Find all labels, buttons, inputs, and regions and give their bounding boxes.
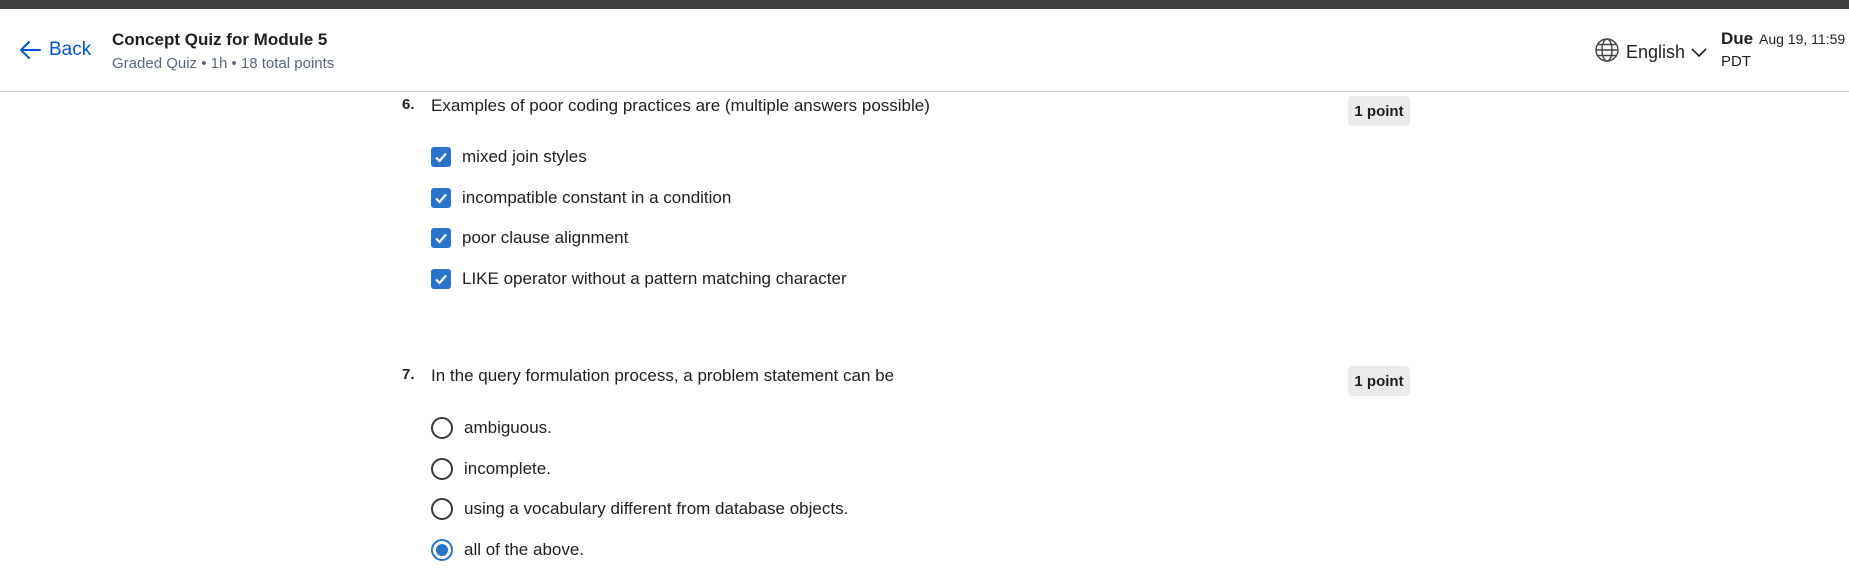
option-label: using a vocabulary different from databa…: [464, 499, 849, 518]
option-label: incompatible constant in a condition: [462, 188, 732, 207]
checkmark-icon: [435, 233, 447, 244]
option-label: incomplete.: [464, 459, 551, 478]
points-badge: 1 point: [1348, 366, 1410, 396]
option-label: all of the above.: [464, 540, 585, 559]
chevron-down-icon: [1691, 42, 1707, 63]
option-like-operator[interactable]: LIKE operator without a pattern matching…: [431, 269, 847, 289]
checkbox-checked[interactable]: [431, 269, 451, 289]
option-incompatible-constant[interactable]: incompatible constant in a condition: [431, 188, 731, 208]
globe-icon: [1594, 37, 1620, 68]
question-text: Examples of poor coding practices are (m…: [431, 96, 930, 115]
option-all-of-the-above[interactable]: all of the above.: [431, 539, 584, 561]
option-label: LIKE operator without a pattern matching…: [462, 269, 847, 288]
option-different-vocabulary[interactable]: using a vocabulary different from databa…: [431, 498, 848, 520]
question-number: 6.: [402, 96, 415, 113]
question-text: In the query formulation process, a prob…: [431, 366, 895, 385]
checkmark-icon: [435, 274, 447, 285]
page-title: Concept Quiz for Module 5: [112, 30, 328, 49]
radio-unselected[interactable]: [431, 498, 453, 520]
checkbox-checked[interactable]: [431, 228, 451, 248]
question-number: 7.: [402, 366, 415, 383]
due-date: Aug 19, 11:59: [1759, 31, 1846, 47]
quiz-meta: Graded Quiz • 1h • 18 total points: [112, 55, 335, 72]
radio-unselected[interactable]: [431, 458, 453, 480]
points-badge: 1 point: [1348, 96, 1410, 126]
option-label: poor clause alignment: [462, 228, 629, 247]
arrow-left-icon: [19, 40, 41, 60]
option-mixed-join-styles[interactable]: mixed join styles: [431, 147, 587, 167]
checkmark-icon: [435, 152, 447, 163]
quiz-header: Back Concept Quiz for Module 5 Graded Qu…: [0, 9, 1849, 92]
top-bar: [0, 0, 1849, 9]
radio-dot: [436, 544, 448, 556]
language-selector[interactable]: English: [1594, 37, 1707, 68]
option-poor-clause-alignment[interactable]: poor clause alignment: [431, 228, 628, 248]
option-label: ambiguous.: [464, 418, 552, 437]
due-timezone: PDT: [1721, 53, 1751, 70]
checkbox-checked[interactable]: [431, 147, 451, 167]
radio-unselected[interactable]: [431, 417, 453, 439]
language-label: English: [1626, 42, 1686, 62]
option-ambiguous[interactable]: ambiguous.: [431, 417, 552, 439]
back-button[interactable]: Back: [19, 39, 91, 61]
checkbox-checked[interactable]: [431, 188, 451, 208]
back-label: Back: [49, 39, 92, 60]
option-label: mixed join styles: [462, 147, 587, 166]
checkmark-icon: [435, 193, 447, 204]
radio-selected[interactable]: [431, 539, 453, 561]
due-label: Due: [1721, 29, 1754, 48]
option-incomplete[interactable]: incomplete.: [431, 458, 551, 480]
